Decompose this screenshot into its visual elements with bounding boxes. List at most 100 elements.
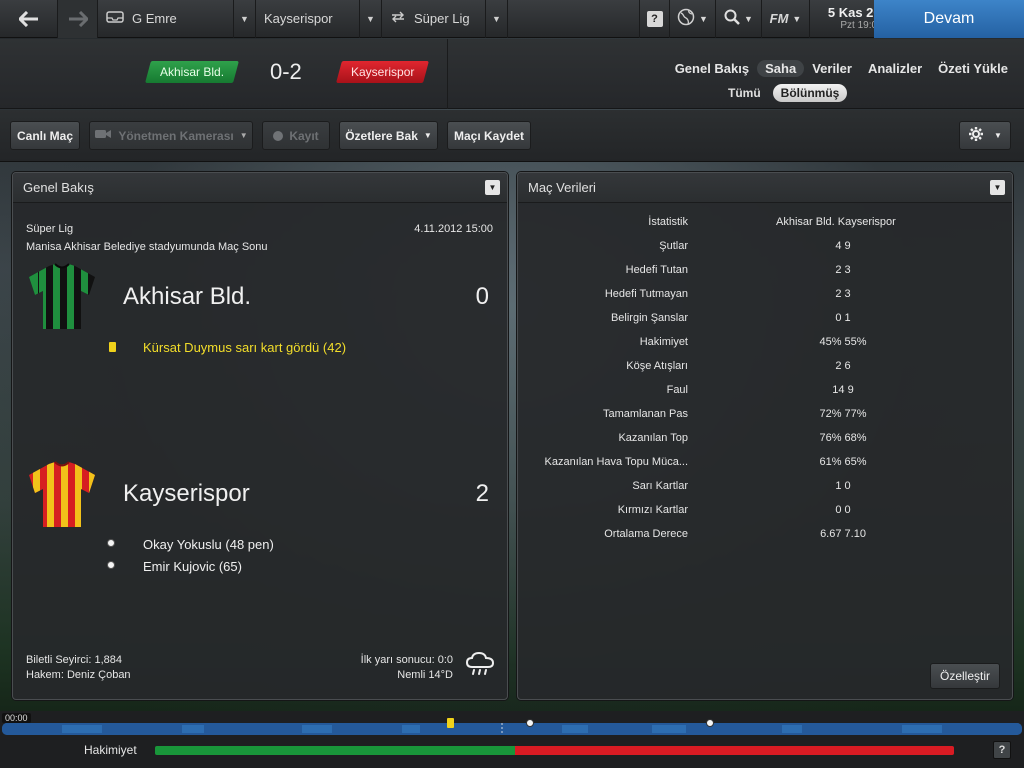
fm-logo-icon: FM <box>769 11 789 26</box>
home-team-goals: 0 <box>475 283 489 310</box>
rain-cloud-icon <box>465 651 495 682</box>
live-match-button[interactable]: Canlı Maç <box>10 121 80 150</box>
possession-bar <box>155 746 954 755</box>
home-team-label: Akhisar Bld. <box>160 65 225 79</box>
chevron-down-icon: ▼ <box>423 131 432 140</box>
panel-menu-icon[interactable]: ▼ <box>990 180 1005 195</box>
world-menu[interactable]: ▼ <box>670 0 716 38</box>
save-match-button[interactable]: Maçı Kaydet <box>447 121 531 150</box>
score-header: Akhisar Bld. 0-2 Kayserispor Genel Bakış… <box>0 39 1024 109</box>
tab-pitch[interactable]: Saha <box>757 60 805 77</box>
club-name: Kayserispor <box>264 11 333 26</box>
inbox-icon <box>106 11 124 26</box>
search-menu[interactable]: ▼ <box>716 0 762 38</box>
home-team-name: Akhisar Bld. <box>123 283 252 310</box>
yellow-card-marker-icon[interactable] <box>447 718 454 728</box>
stat-values: 2 3 <box>835 264 851 276</box>
goal-marker-icon[interactable] <box>706 719 714 727</box>
away-kit-icon <box>27 461 97 534</box>
stat-label: Ortalama Derece <box>604 528 688 540</box>
manager-dropdown-caret[interactable]: ▼ <box>234 0 256 38</box>
half-time-label: İlk yarı sonucu: 0:0 <box>360 654 453 666</box>
record-button[interactable]: Kayıt <box>262 121 330 150</box>
overview-panel: Genel Bakış ▼ Süper Lig 4.11.2012 15:00 … <box>12 172 508 700</box>
weather-label: Nemli 14°D <box>397 669 453 681</box>
settings-dropdown[interactable]: ▼ <box>959 121 1011 150</box>
home-event-item: Kürsat Duymus sarı kart gördü (42) <box>143 340 347 355</box>
view-tabs: Genel Bakış Saha Veriler Analizler Özeti… <box>675 60 1008 77</box>
competition-menu[interactable]: Süper Lig <box>382 0 486 38</box>
club-dropdown-caret[interactable]: ▼ <box>360 0 382 38</box>
back-arrow-icon[interactable] <box>0 0 58 38</box>
stat-label: Şutlar <box>659 240 688 252</box>
stat-label: Belirgin Şanslar <box>610 312 688 324</box>
stats-header-teams: Akhisar Bld. Kayserispor <box>776 216 896 228</box>
away-event-item: Okay Yokuslu (48 pen) <box>143 537 274 552</box>
topbar-spacer <box>508 0 640 38</box>
sub-tab-all[interactable]: Tümü <box>720 84 769 102</box>
director-camera-dropdown[interactable]: Yönetmen Kamerası ▼ <box>89 121 253 150</box>
search-icon <box>724 9 740 28</box>
chevron-down-icon: ▼ <box>792 13 802 24</box>
record-dot-icon <box>273 130 284 141</box>
customize-button[interactable]: Özelleştir <box>930 663 1000 689</box>
away-team-tag[interactable]: Kayserispor <box>336 61 430 83</box>
possession-label: Hakimiyet <box>84 743 137 757</box>
top-navigation-bar: G Emre ▼ Kayserispor ▼ Süper Lig ▼ ? ▼ ▼… <box>0 0 1024 38</box>
highlights-dropdown[interactable]: Özetlere Bak ▼ <box>339 121 438 150</box>
stat-label: Tamamlanan Pas <box>603 408 688 420</box>
help-icon[interactable]: ? <box>640 0 670 38</box>
gear-icon <box>968 126 984 145</box>
tab-load-highlights[interactable]: Özeti Yükle <box>938 61 1008 76</box>
tab-analysis[interactable]: Analizler <box>868 61 922 76</box>
header-divider <box>447 39 448 109</box>
stat-label: Kazanılan Hava Topu Müca... <box>544 456 689 468</box>
away-possession-fill <box>514 746 954 755</box>
panel-menu-icon[interactable]: ▼ <box>485 180 500 195</box>
away-team-goals: 2 <box>475 480 489 507</box>
match-toolbar: Canlı Maç Yönetmen Kamerası ▼ Kayıt Özet… <box>0 110 1024 162</box>
timeline-track[interactable] <box>2 723 1022 735</box>
highlights-label: Özetlere Bak <box>345 128 418 143</box>
help-button[interactable]: ? <box>993 741 1011 759</box>
tab-stats[interactable]: Veriler <box>812 61 852 76</box>
competition-name: Süper Lig <box>414 11 470 26</box>
fm-menu[interactable]: FM ▼ <box>762 0 810 38</box>
stat-values: 45% 55% <box>819 336 867 348</box>
stat-label: Hedefi Tutan <box>625 264 688 276</box>
league-label: Süper Lig <box>26 223 74 235</box>
goal-marker-icon[interactable] <box>526 719 534 727</box>
sub-tab-split[interactable]: Bölünmüş <box>772 84 848 102</box>
director-camera-label: Yönetmen Kamerası <box>118 128 234 143</box>
manager-menu[interactable]: G Emre <box>98 0 234 38</box>
match-datetime: 4.11.2012 15:00 <box>414 223 493 235</box>
stat-values: 1 0 <box>835 480 851 492</box>
stat-values: 76% 68% <box>819 432 867 444</box>
yellow-card-icon <box>109 342 116 352</box>
home-team-tag[interactable]: Akhisar Bld. <box>145 61 239 83</box>
continue-button[interactable]: Devam <box>874 0 1024 38</box>
goal-ball-icon <box>107 561 115 569</box>
chevron-down-icon: ▼ <box>699 13 708 24</box>
club-menu[interactable]: Kayserispor <box>256 0 360 38</box>
stat-values: 72% 77% <box>819 408 867 420</box>
chevron-down-icon: ▼ <box>994 131 1002 140</box>
record-label: Kayıt <box>289 128 319 143</box>
tab-overview[interactable]: Genel Bakış <box>675 61 749 76</box>
stat-label: Kırmızı Kartlar <box>617 504 688 516</box>
competition-dropdown-caret[interactable]: ▼ <box>486 0 508 38</box>
stat-values: 6.67 7.10 <box>820 528 866 540</box>
stat-values: 4 9 <box>835 240 851 252</box>
swap-icon <box>390 11 406 26</box>
stat-values: 14 9 <box>832 384 854 396</box>
timeline-time: 00:00 <box>2 713 31 723</box>
stat-label: Kazanılan Top <box>618 432 688 444</box>
stat-label: Sarı Kartlar <box>632 480 688 492</box>
away-team-label: Kayserispor <box>351 65 415 79</box>
stat-values: 0 0 <box>835 504 851 516</box>
stat-label: Hedefi Tutmayan <box>604 288 688 300</box>
attendance-label: Biletli Seyirci: 1,884 <box>26 654 122 666</box>
stat-label: Faul <box>666 384 688 396</box>
forward-arrow-icon[interactable] <box>58 0 98 38</box>
away-team-name: Kayserispor <box>123 480 250 507</box>
